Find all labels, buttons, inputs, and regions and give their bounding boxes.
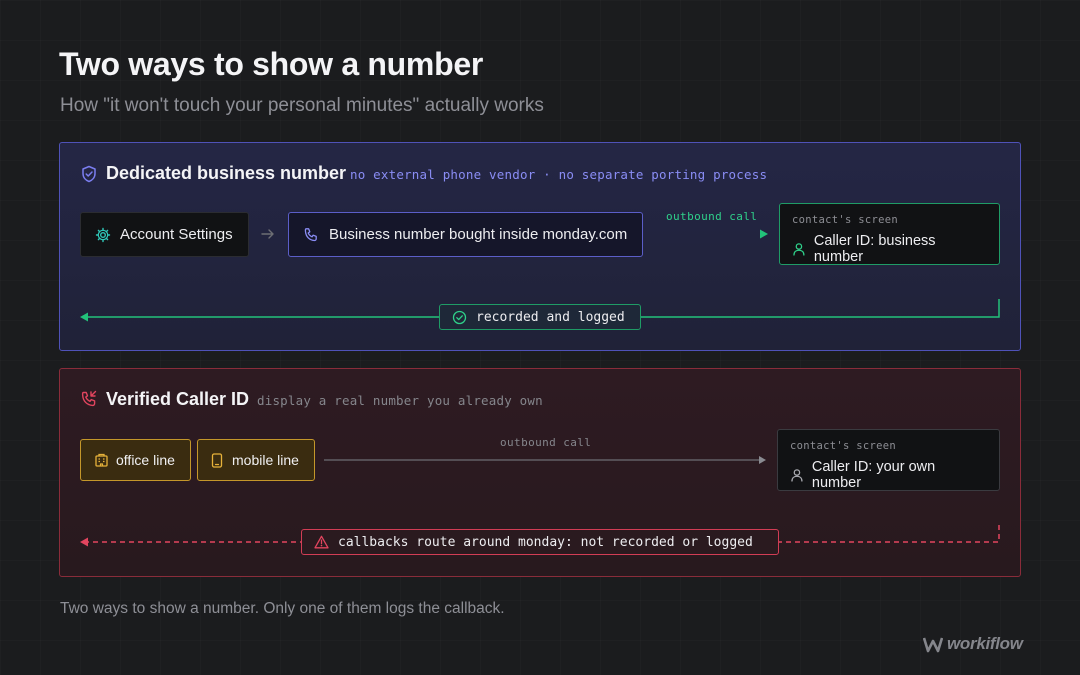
- contact-screen-caption: contact's screen: [792, 214, 898, 226]
- business-number-button[interactable]: Business number bought inside monday.com: [288, 212, 643, 257]
- gear-icon: [95, 227, 111, 242]
- office-line-chip[interactable]: office line: [80, 439, 191, 481]
- verified-section-title: Verified Caller ID: [106, 389, 250, 409]
- brand-name: workiflow: [947, 634, 1023, 653]
- outbound-call-label-b: outbound call: [500, 436, 592, 449]
- not-logged-warning-label: callbacks route around monday: not recor…: [338, 534, 753, 550]
- not-logged-warning-badge: callbacks route around monday: not recor…: [301, 529, 779, 555]
- mobile-phone-icon: [211, 452, 223, 468]
- check-circle-icon: [452, 310, 467, 324]
- dedicated-section-note: no external phone vendor · no separate p…: [350, 167, 768, 182]
- caller-id-own: Caller ID: your own number: [811, 459, 936, 491]
- recorded-logged-badge: recorded and logged: [439, 304, 641, 330]
- caller-id-business: Caller ID: business number: [813, 233, 936, 265]
- mobile-line-chip[interactable]: mobile line: [197, 439, 315, 481]
- recorded-logged-label: recorded and logged: [476, 309, 625, 325]
- workiflow-logo-icon: [923, 637, 943, 652]
- arrow-right-icon: [261, 229, 274, 239]
- warning-icon: [314, 535, 329, 549]
- outbound-call-arrow-b: [324, 456, 766, 464]
- dedicated-section-title: Dedicated business number: [106, 163, 347, 183]
- account-settings-label: Account Settings: [120, 226, 233, 243]
- brand-logo: workiflow: [923, 634, 1023, 654]
- phone-icon: [304, 227, 317, 241]
- page-subtitle: How "it won't touch your personal minute…: [60, 95, 544, 116]
- page-title: Two ways to show a number: [59, 46, 483, 82]
- account-settings-button[interactable]: Account Settings: [80, 212, 249, 257]
- contact-screen-caption: contact's screen: [790, 440, 896, 452]
- outbound-call-arrow-a: [654, 229, 768, 239]
- building-icon: [95, 453, 108, 467]
- business-number-label: Business number bought inside monday.com: [329, 226, 628, 243]
- footer-caption: Two ways to show a number. Only one of t…: [60, 600, 505, 617]
- office-line-label: office line: [116, 452, 175, 468]
- person-icon: [793, 243, 805, 256]
- shield-check-icon: [82, 165, 96, 183]
- contact-screen-business: contact's screen Caller ID: business num…: [779, 203, 1000, 265]
- contact-screen-own: contact's screen Caller ID: your own num…: [777, 429, 1000, 491]
- person-icon: [791, 469, 803, 482]
- phone-incoming-icon: [81, 390, 97, 407]
- verified-section-note: display a real number you already own: [257, 393, 543, 408]
- outbound-call-label-a: outbound call: [666, 210, 758, 223]
- mobile-line-label: mobile line: [232, 452, 299, 468]
